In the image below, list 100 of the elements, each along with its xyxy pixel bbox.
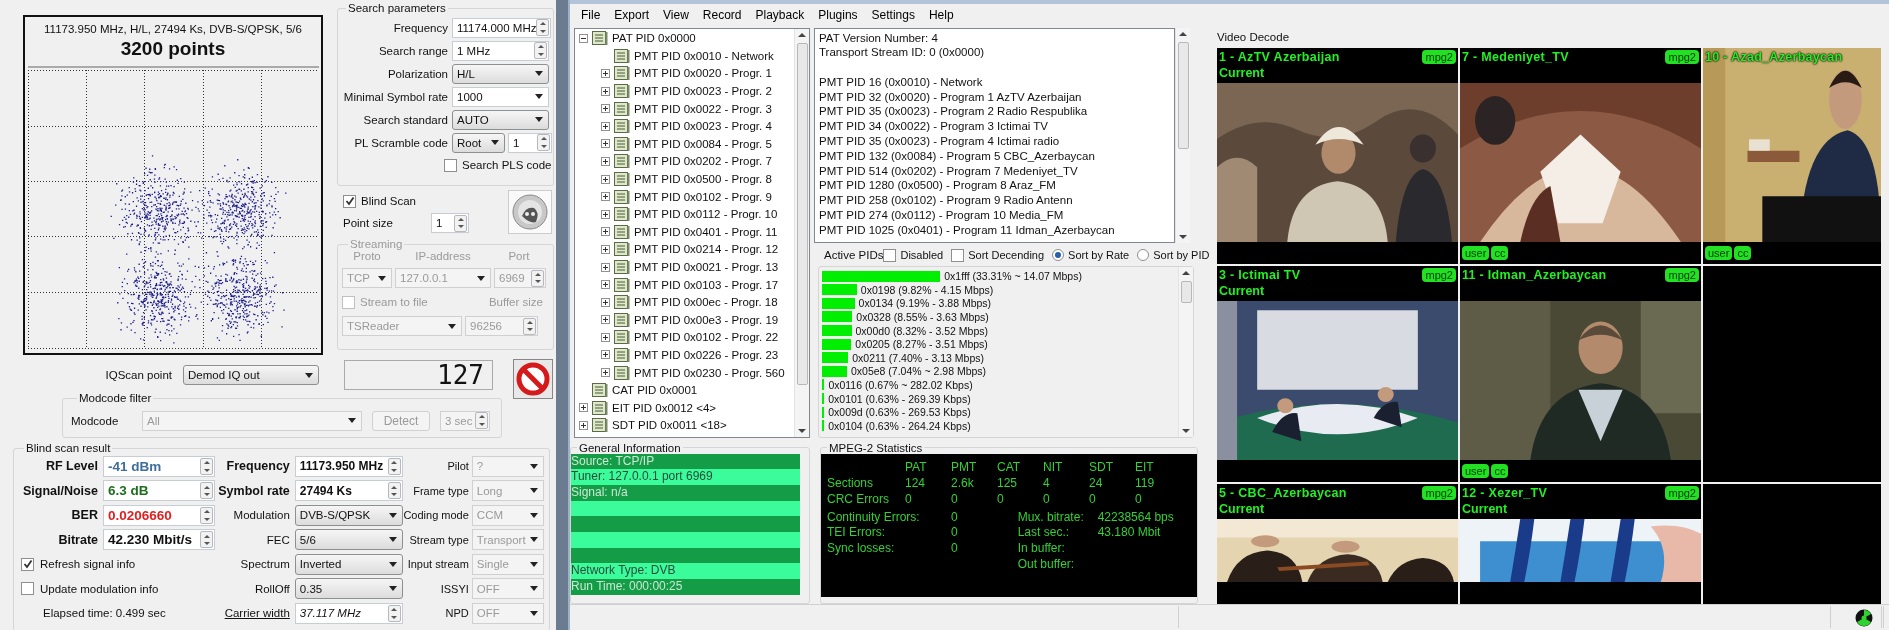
- tree-item[interactable]: PMT PID 0x00ec - Progr. 18: [634, 296, 778, 309]
- spinner-icon[interactable]: [534, 42, 547, 59]
- tree-item[interactable]: PMT PID 0x0102 - Progr. 9: [634, 190, 772, 203]
- spin-field[interactable]: 42.230 Mbit/s: [103, 529, 215, 551]
- video-tile[interactable]: 5 - CBC_Azerbaycan mpg2 Current: [1217, 483, 1458, 604]
- expand-toggle[interactable]: [601, 368, 610, 378]
- dropdown[interactable]: AUTO: [452, 109, 549, 130]
- tree-item[interactable]: CAT PID 0x0001: [612, 384, 698, 397]
- expand-toggle[interactable]: [601, 350, 610, 360]
- expand-toggle[interactable]: [601, 332, 610, 342]
- carrier-width-link[interactable]: Carrier width: [216, 607, 295, 620]
- dropdown[interactable]: 5/6: [294, 529, 403, 551]
- expand-toggle[interactable]: [601, 121, 610, 131]
- menu-item[interactable]: View: [656, 4, 696, 25]
- spinner-icon[interactable]: [200, 457, 213, 475]
- expand-toggle[interactable]: [601, 69, 610, 78]
- expand-toggle[interactable]: [601, 297, 610, 307]
- expand-toggle[interactable]: [601, 192, 610, 202]
- expand-toggle[interactable]: [601, 227, 610, 237]
- video-tile[interactable]: [1703, 483, 1881, 604]
- tree-item[interactable]: PAT PID 0x0000: [612, 32, 696, 45]
- spin-field[interactable]: 6.3 dB: [103, 480, 215, 502]
- tree-item[interactable]: PMT PID 0x0226 - Progr. 23: [634, 349, 779, 361]
- menu-item[interactable]: Plugins: [811, 4, 865, 25]
- menu-item[interactable]: Record: [695, 4, 749, 25]
- spin-field[interactable]: 0.0206660: [103, 504, 215, 526]
- tree-item[interactable]: PMT PID 0x0021 - Progr. 13: [634, 261, 779, 273]
- expand-toggle[interactable]: [579, 33, 588, 43]
- tree-item[interactable]: SDT PID 0x0011 <18>: [612, 419, 727, 432]
- expand-toggle[interactable]: [579, 403, 588, 413]
- spinner-icon[interactable]: [200, 506, 213, 524]
- spinner-icon[interactable]: [387, 482, 401, 500]
- spin-field[interactable]: 1: [431, 213, 469, 233]
- video-tile[interactable]: 1 - AzTV Azerbaijan mpg2 Current: [1217, 47, 1458, 264]
- menu-item[interactable]: Settings: [864, 4, 922, 25]
- dropdown[interactable]: Inverted: [294, 553, 403, 575]
- expand-toggle[interactable]: [601, 156, 610, 166]
- spinner-icon[interactable]: [537, 134, 550, 151]
- scrollbar[interactable]: [1178, 267, 1193, 437]
- scrollbar[interactable]: [1175, 27, 1190, 243]
- tree-item[interactable]: PMT PID 0x0202 - Progr. 7: [634, 155, 772, 168]
- expand-toggle[interactable]: [601, 139, 610, 149]
- tree-item[interactable]: PMT PID 0x0010 - Network: [634, 49, 774, 62]
- video-tile[interactable]: 12 - Xezer_TV mpg2 Current: [1460, 483, 1701, 604]
- expand-toggle[interactable]: [601, 86, 610, 96]
- expand-toggle[interactable]: [601, 280, 610, 290]
- dropdown[interactable]: DVB-S/QPSK: [294, 504, 403, 526]
- video-tile[interactable]: 11 - Idman_Azerbaycan mpg2 user cc: [1460, 265, 1701, 482]
- video-tile[interactable]: 3 - Ictimai TV mpg2 Current: [1217, 265, 1458, 482]
- spinner-icon[interactable]: [536, 19, 550, 36]
- spin-field[interactable]: 1: [508, 132, 552, 153]
- tree-item[interactable]: PMT PID 0x00e3 - Progr. 19: [634, 313, 779, 326]
- spin-field[interactable]: -41 dBm: [103, 455, 215, 477]
- tree-item[interactable]: PMT PID 0x0214 - Progr. 12: [634, 243, 779, 256]
- checkbox[interactable]: [951, 248, 965, 262]
- tree-item[interactable]: PMT PID 0x0020 - Progr. 1: [634, 67, 772, 80]
- radio-button[interactable]: [1052, 249, 1065, 262]
- spin-field[interactable]: 37.117 MHz: [294, 602, 403, 624]
- expand-toggle[interactable]: [601, 104, 610, 114]
- video-tile[interactable]: 10 - Azad_Azerbaycan user cc: [1703, 47, 1881, 264]
- checkbox[interactable]: [21, 557, 34, 571]
- tree-item[interactable]: PMT PID 0x0500 - Progr. 8: [634, 173, 772, 186]
- spinner-icon[interactable]: [387, 457, 401, 475]
- spinner-icon[interactable]: [200, 482, 213, 500]
- expand-toggle[interactable]: [601, 262, 610, 272]
- expand-toggle[interactable]: [601, 209, 610, 219]
- spin-field[interactable]: 11173.950 MHz: [294, 455, 403, 477]
- spin-field[interactable]: 11174.000 MHz: [452, 17, 552, 38]
- dropdown[interactable]: Demod IQ out: [183, 365, 319, 385]
- expand-toggle[interactable]: [579, 420, 588, 430]
- checkbox[interactable]: [444, 158, 457, 172]
- tree-item[interactable]: EIT PID 0x0012 <4>: [612, 401, 716, 414]
- video-tile[interactable]: [1703, 265, 1881, 482]
- menu-item[interactable]: Playback: [748, 4, 812, 25]
- stop-button[interactable]: [513, 359, 553, 399]
- spinner-icon[interactable]: [200, 531, 213, 549]
- scrollbar[interactable]: [794, 28, 809, 437]
- spinner-icon[interactable]: [387, 604, 401, 622]
- dropdown[interactable]: H/L: [452, 63, 549, 84]
- tree-item[interactable]: PMT PID 0x0084 - Progr. 5: [634, 137, 772, 150]
- tree-item[interactable]: PMT PID 0x0401 - Progr. 11: [634, 225, 778, 238]
- spinner-icon[interactable]: [454, 214, 467, 232]
- tree-item[interactable]: PMT PID 0x0023 - Progr. 2: [634, 85, 772, 98]
- checkbox[interactable]: [343, 194, 356, 208]
- tree-item[interactable]: PMT PID 0x0103 - Progr. 17: [634, 278, 779, 291]
- dropdown[interactable]: 0.35: [294, 578, 403, 600]
- expand-toggle[interactable]: [601, 315, 610, 325]
- menu-item[interactable]: Export: [607, 4, 657, 25]
- expand-toggle[interactable]: [601, 244, 610, 254]
- tree-item[interactable]: PMT PID 0x0023 - Progr. 4: [634, 120, 772, 133]
- menu-item[interactable]: File: [574, 4, 608, 25]
- tree-item[interactable]: PMT PID 0x0022 - Progr. 3: [634, 102, 772, 115]
- menu-item[interactable]: Help: [921, 4, 961, 25]
- radio-button[interactable]: [1137, 249, 1150, 262]
- tree-item[interactable]: PMT PID 0x0112 - Progr. 10: [634, 208, 778, 221]
- checkbox[interactable]: [21, 582, 34, 596]
- dropdown[interactable]: Root: [452, 132, 505, 153]
- tree-item[interactable]: PMT PID 0x0102 - Progr. 22: [634, 331, 779, 344]
- expand-toggle[interactable]: [601, 174, 610, 184]
- spin-field[interactable]: 1 MHz: [452, 40, 549, 61]
